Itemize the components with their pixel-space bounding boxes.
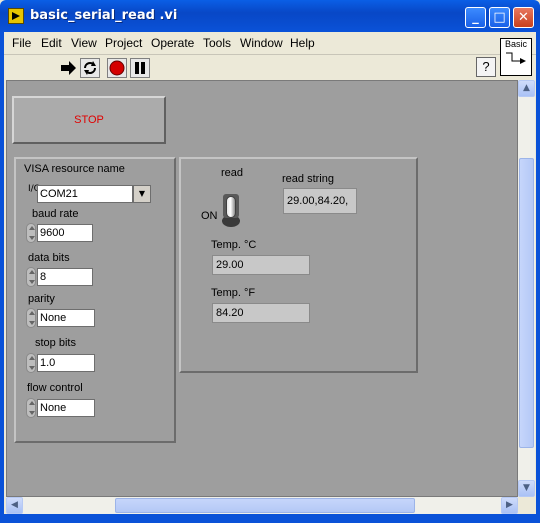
temp-c-indicator: 29.00 [212,255,310,275]
pause-glyph [135,62,145,74]
vertical-scroll-thumb[interactable] [519,158,534,448]
stop-bits-label: stop bits [35,337,76,349]
toggle-lever-icon[interactable] [226,196,236,218]
maximize-button[interactable]: □ [489,7,510,28]
read-string-label: read string [282,173,334,185]
scrollbar-corner [518,497,535,514]
scroll-down-icon[interactable]: ▼ [518,480,535,497]
flow-control-increment-icon[interactable] [26,398,36,418]
run-continuously-glyph [84,61,96,75]
vi-icon-basic: Basic [500,38,532,76]
data-bits-field[interactable]: 8 [37,268,93,286]
horizontal-scroll-thumb[interactable] [115,498,415,513]
serial-connector-icon [506,52,526,64]
temp-c-label: Temp. °C [211,239,257,251]
data-bits-label: data bits [28,252,70,264]
menu-project[interactable]: Project [105,36,142,50]
context-help-button[interactable]: ? [476,57,496,77]
toolbar [4,54,536,80]
stop-bits-increment-icon[interactable] [26,353,36,373]
pause-icon[interactable] [130,58,150,78]
run-arrow-icon[interactable] [58,58,78,78]
visa-resource-field[interactable]: COM21 [37,185,133,203]
flow-control-field[interactable]: None [37,399,95,417]
toggle-on-label: ON [201,210,218,222]
flow-control-label: flow control [27,382,83,394]
visa-resource-label: VISA resource name [24,163,125,175]
window-title: basic_serial_read .vi [30,8,178,23]
read-string-indicator: 29.00,84.20, [283,188,357,214]
read-toggle-label: read [221,167,244,179]
baud-rate-increment-icon[interactable] [26,223,36,243]
parity-increment-icon[interactable] [26,308,36,328]
temp-f-label: Temp. °F [211,287,256,299]
menu-bar: File Edit View Project Operate Tools Win… [4,32,536,54]
menu-operate[interactable]: Operate [151,36,194,50]
baud-rate-label: baud rate [32,208,79,220]
baud-rate-field[interactable]: 9600 [37,224,93,242]
minimize-button[interactable]: _ [465,7,486,28]
menu-tools[interactable]: Tools [203,36,231,50]
temp-f-indicator: 84.20 [212,303,310,323]
stop-button[interactable]: STOP [12,96,166,144]
window-border-bottom [0,514,540,523]
vi-icon-label: Basic [504,39,527,49]
menu-edit[interactable]: Edit [41,36,62,50]
abort-stop-glyph [109,60,125,76]
data-bits-increment-icon[interactable] [26,267,36,287]
window-border-left [0,32,4,523]
scroll-right-icon[interactable]: ▶ [501,497,518,514]
run-arrow-glyph [61,61,76,75]
window-border-right [536,32,540,523]
stop-bits-field[interactable]: 1.0 [37,354,95,372]
menu-help[interactable]: Help [290,36,315,50]
labview-vi-icon [8,8,24,24]
close-button[interactable]: ✕ [513,7,534,28]
abort-execution-icon[interactable] [107,58,127,78]
run-continuously-icon[interactable] [80,58,100,78]
scroll-left-icon[interactable]: ◀ [6,497,23,514]
scroll-up-icon[interactable]: ▲ [518,80,535,97]
parity-field[interactable]: None [37,309,95,327]
menu-view[interactable]: View [71,36,97,50]
parity-label: parity [28,293,55,305]
menu-window[interactable]: Window [240,36,283,50]
menu-file[interactable]: File [12,36,31,50]
chevron-down-icon[interactable]: ▼ [133,185,151,203]
